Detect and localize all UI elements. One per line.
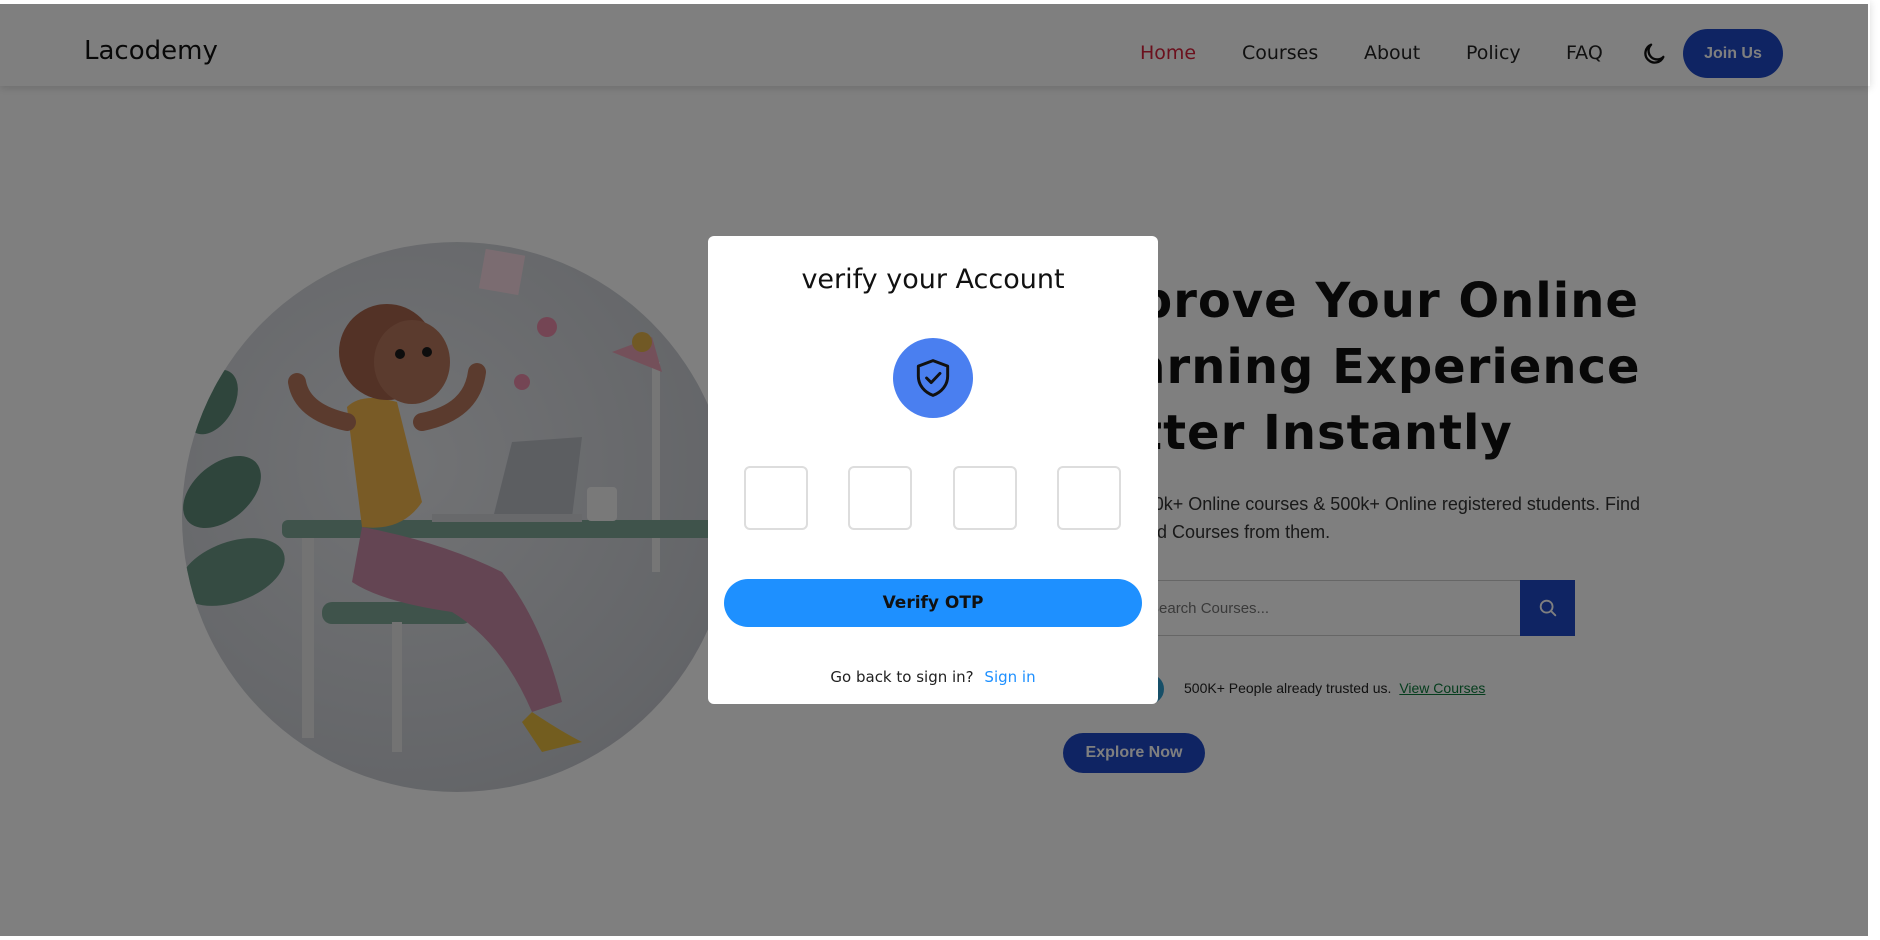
- otp-digit-4[interactable]: [1057, 466, 1121, 530]
- otp-digit-1[interactable]: [744, 466, 808, 530]
- page: Lacodemy Home Courses About Policy FAQ J…: [0, 0, 1880, 940]
- back-text: Go back to sign in?: [830, 668, 974, 686]
- back-to-signin: Go back to sign in? Sign in: [708, 668, 1158, 686]
- bottom-edge: [0, 936, 1880, 940]
- verify-account-modal: verify your Account Verify OTP Go back t…: [708, 236, 1158, 704]
- sign-in-link[interactable]: Sign in: [984, 668, 1035, 686]
- verify-otp-button[interactable]: Verify OTP: [724, 579, 1142, 627]
- otp-digit-2[interactable]: [848, 466, 912, 530]
- otp-digit-3[interactable]: [953, 466, 1017, 530]
- modal-title: verify your Account: [801, 264, 1065, 295]
- shield-check-icon: [893, 338, 973, 418]
